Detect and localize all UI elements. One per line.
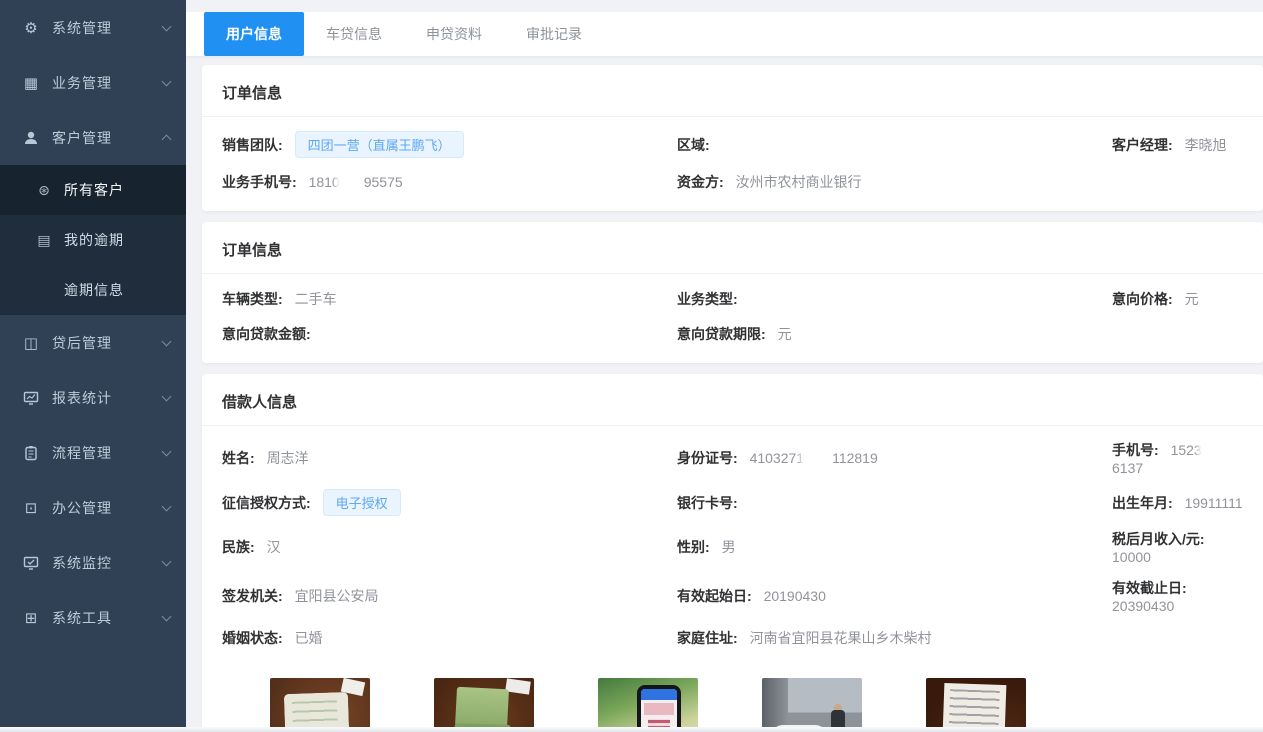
field-bank-card: 银行卡号: bbox=[677, 493, 1112, 513]
office-square-icon: ⊡ bbox=[20, 499, 42, 517]
main-content: 用户信息 车贷信息 申贷资料 审批记录 订单信息 销售团队: 四团一营（直属王鹏… bbox=[186, 0, 1263, 732]
field-business-phone: 业务手机号: 181095575 bbox=[222, 172, 677, 192]
tab-car-loan-info[interactable]: 车贷信息 bbox=[304, 12, 404, 56]
field-intended-price: 意向价格: 元 bbox=[1112, 289, 1243, 309]
field-valid-until: 有效截止日: 20390430 bbox=[1112, 578, 1243, 614]
sales-team-tag[interactable]: 四团一营（直属王鹏飞） bbox=[295, 131, 464, 158]
order-info-card-1: 订单信息 销售团队: 四团一营（直属王鹏飞） 区域: 客户经理: bbox=[202, 65, 1263, 211]
chevron-down-icon bbox=[162, 611, 172, 621]
notebook-icon: ▤ bbox=[34, 232, 54, 249]
sidebar-item-label: 逾期信息 bbox=[64, 280, 124, 300]
document-photos: 身份证 驾驶证照片 授权截图 bbox=[222, 662, 1243, 732]
field-issuing-authority: 签发机关: 宜阳县公安局 bbox=[222, 586, 677, 606]
authorization-screenshot-thumbnail[interactable] bbox=[598, 678, 698, 732]
field-name: 姓名: 周志洋 bbox=[222, 448, 677, 468]
chevron-down-icon bbox=[162, 391, 172, 401]
sidebar-item-label: 客户管理 bbox=[52, 128, 163, 148]
e-auth-tag[interactable]: 电子授权 bbox=[323, 489, 401, 516]
sidebar-item-report-statistics[interactable]: 报表统计 bbox=[0, 370, 186, 425]
monitor-check-icon bbox=[20, 555, 42, 571]
clipboard-icon bbox=[20, 445, 42, 461]
field-region: 区域: bbox=[677, 135, 1112, 155]
field-intended-loan-amount: 意向贷款金额: bbox=[222, 324, 677, 344]
sidebar-item-customer-management[interactable]: 客户管理 bbox=[0, 110, 186, 165]
sidebar-item-label: 报表统计 bbox=[52, 388, 163, 408]
handwritten-document-thumbnail[interactable] bbox=[926, 678, 1026, 732]
sidebar-item-label: 系统管理 bbox=[52, 18, 163, 38]
field-birth-date: 出生年月: 19911111 bbox=[1112, 493, 1243, 513]
card-title: 订单信息 bbox=[202, 65, 1263, 116]
sidebar-item-label: 系统工具 bbox=[52, 608, 163, 628]
redaction-blur bbox=[803, 451, 833, 468]
sidebar-item-label: 系统监控 bbox=[52, 553, 163, 573]
field-intended-loan-term: 意向贷款期限: 元 bbox=[677, 324, 1112, 344]
card-title: 借款人信息 bbox=[202, 374, 1263, 425]
sidebar-item-system-tools[interactable]: ⊞ 系统工具 bbox=[0, 590, 186, 645]
sidebar: ⚙ 系统管理 ▦ 业务管理 客户管理 ⊛ 所有客户 ▤ 我的逾期 bbox=[0, 0, 186, 732]
chevron-down-icon bbox=[162, 556, 172, 566]
sidebar-item-system-monitor[interactable]: 系统监控 bbox=[0, 535, 186, 590]
tab-loan-application-docs[interactable]: 申贷资料 bbox=[404, 12, 504, 56]
field-monthly-income: 税后月收入/元: 10000 bbox=[1112, 529, 1243, 565]
sidebar-item-all-customers[interactable]: ⊛ 所有客户 bbox=[0, 165, 186, 215]
sidebar-item-business-management[interactable]: ▦ 业务管理 bbox=[0, 55, 186, 110]
sidebar-item-label: 贷后管理 bbox=[52, 333, 163, 353]
field-home-address: 家庭住址: 河南省宜阳县花果山乡木柴村 bbox=[677, 628, 1112, 648]
field-vehicle-type: 车辆类型: 二手车 bbox=[222, 289, 677, 309]
field-gender: 性别: 男 bbox=[677, 537, 1112, 557]
chevron-down-icon bbox=[162, 21, 172, 31]
person-with-car-photo-thumbnail[interactable] bbox=[762, 678, 862, 732]
sidebar-item-label: 业务管理 bbox=[52, 73, 163, 93]
sidebar-item-office-management[interactable]: ⊡ 办公管理 bbox=[0, 480, 186, 535]
monitor-chart-icon bbox=[20, 390, 42, 406]
sidebar-item-label: 所有客户 bbox=[64, 180, 124, 200]
drivers-license-photo-thumbnail[interactable] bbox=[434, 678, 534, 732]
sidebar-submenu-customer: ⊛ 所有客户 ▤ 我的逾期 逾期信息 bbox=[0, 165, 186, 315]
sidebar-item-postloan-management[interactable]: ◫ 贷后管理 bbox=[0, 315, 186, 370]
chevron-down-icon bbox=[162, 446, 172, 456]
toolbox-icon: ⊞ bbox=[20, 609, 42, 627]
chevron-up-icon bbox=[162, 135, 172, 145]
order-info-card-2: 订单信息 车辆类型: 二手车 业务类型: 意向价格: bbox=[202, 222, 1263, 363]
chevron-down-icon bbox=[162, 501, 172, 511]
borrower-info-card: 借款人信息 姓名: 周志洋 身份证号: 4103271112819 手机 bbox=[202, 374, 1263, 732]
id-card-photo-thumbnail[interactable] bbox=[270, 678, 370, 732]
bottom-scrollbar-strip[interactable] bbox=[0, 727, 1263, 732]
card-title: 订单信息 bbox=[202, 222, 1263, 273]
field-credit-auth-method: 征信授权方式: 电子授权 bbox=[222, 489, 677, 516]
field-fund-provider: 资金方: 汝州市农村商业银行 bbox=[677, 172, 1112, 192]
grid-icon: ▦ bbox=[20, 74, 42, 92]
field-id-number: 身份证号: 4103271112819 bbox=[677, 448, 1112, 468]
field-marital-status: 婚姻状态: 已婚 bbox=[222, 628, 677, 648]
app-window: ⚙ 系统管理 ▦ 业务管理 客户管理 ⊛ 所有客户 ▤ 我的逾期 bbox=[0, 0, 1263, 732]
book-icon: ◫ bbox=[20, 334, 42, 352]
tab-user-info[interactable]: 用户信息 bbox=[204, 12, 304, 56]
field-ethnicity: 民族: 汉 bbox=[222, 537, 677, 557]
field-sales-team: 销售团队: 四团一营（直属王鹏飞） bbox=[222, 131, 677, 158]
sidebar-item-label: 流程管理 bbox=[52, 443, 163, 463]
sidebar-item-label: 我的逾期 bbox=[64, 230, 124, 250]
chevron-down-icon bbox=[162, 336, 172, 346]
sidebar-item-system-management[interactable]: ⚙ 系统管理 bbox=[0, 0, 186, 55]
tab-approval-records[interactable]: 审批记录 bbox=[504, 12, 604, 56]
field-valid-from: 有效起始日: 20190430 bbox=[677, 586, 1112, 606]
redaction-blur bbox=[339, 175, 365, 192]
user-icon bbox=[20, 130, 42, 146]
sidebar-item-my-overdue[interactable]: ▤ 我的逾期 bbox=[0, 215, 186, 265]
sidebar-item-overdue-info[interactable]: 逾期信息 bbox=[0, 265, 186, 315]
field-account-manager: 客户经理: 李晓旭 bbox=[1112, 135, 1243, 155]
detail-tabbar: 用户信息 车贷信息 申贷资料 审批记录 bbox=[186, 12, 1263, 57]
sidebar-item-label: 办公管理 bbox=[52, 498, 163, 518]
redaction-blur bbox=[1201, 443, 1227, 460]
field-business-type: 业务类型: bbox=[677, 289, 1112, 309]
gear-icon: ⚙ bbox=[20, 19, 42, 37]
sidebar-item-process-management[interactable]: 流程管理 bbox=[0, 425, 186, 480]
field-mobile: 手机号: 15236137 bbox=[1112, 440, 1243, 476]
all-customers-icon: ⊛ bbox=[34, 182, 54, 199]
chevron-down-icon bbox=[162, 76, 172, 86]
